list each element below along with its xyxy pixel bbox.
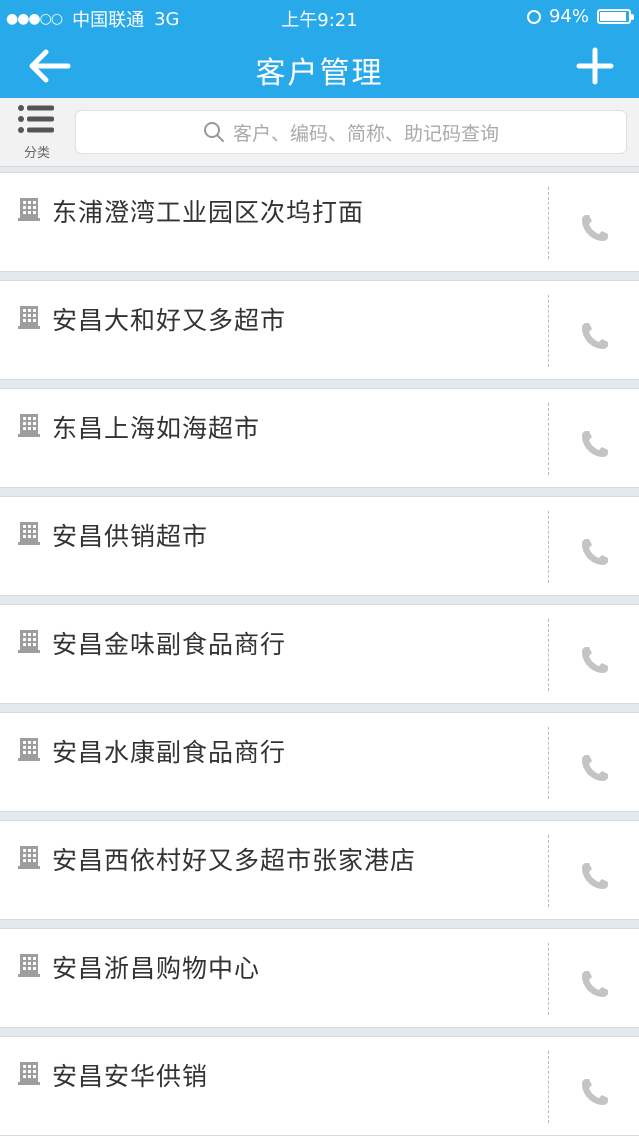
building-icon [18,305,40,329]
row-divider [548,187,549,259]
customer-name: 东昌上海如海超市 [52,414,261,443]
building-icon [18,197,40,221]
building-icon [18,629,40,653]
building-icon [18,521,40,545]
customer-name: 安昌金味副食品商行 [52,630,287,659]
row-divider [548,403,549,475]
customer-row[interactable]: 安昌大和好又多超市 [0,280,639,380]
customer-name: 安昌西依村好又多超市张家港店 [52,846,417,875]
customer-row[interactable]: 安昌安华供销 [0,1036,639,1136]
battery-icon [597,9,634,24]
row-divider [548,619,549,691]
phone-icon[interactable] [578,859,612,893]
customer-row[interactable]: 安昌水康副食品商行 [0,712,639,812]
phone-icon[interactable] [578,643,612,677]
customer-row[interactable]: 东浦澄湾工业园区次坞打面 [0,172,639,272]
category-button[interactable]: 分类 [14,104,60,161]
customer-name: 东浦澄湾工业园区次坞打面 [52,198,365,227]
battery-percent: 94% [548,6,589,27]
rotation-lock-icon [526,9,541,24]
row-divider [548,295,549,367]
search-placeholder: 客户、编码、简称、助记码查询 [232,122,499,145]
customer-name: 安昌供销超市 [52,522,209,551]
building-icon [18,413,40,437]
row-divider [548,511,549,583]
page-title: 客户管理 [255,56,384,91]
phone-icon[interactable] [578,751,612,785]
status-time: 上午9:21 [281,10,358,31]
building-icon [18,953,40,977]
phone-icon[interactable] [578,319,612,353]
row-divider [548,943,549,1015]
add-customer-button[interactable] [573,44,617,88]
row-divider [548,835,549,907]
search-icon [203,122,224,142]
plus-icon [576,47,614,85]
list-menu-icon [18,105,54,133]
phone-icon[interactable] [578,211,612,245]
phone-icon[interactable] [578,967,612,1001]
customer-row[interactable]: 安昌金味副食品商行 [0,604,639,704]
category-label: 分类 [23,146,50,161]
status-bar: ●●●○○ 中国联通 3G 上午9:21 94% [0,0,639,34]
row-divider [548,727,549,799]
search-bar: 分类 客户、编码、简称、助记码查询 [0,98,639,167]
building-icon [18,737,40,761]
phone-icon[interactable] [578,1075,612,1109]
row-divider [548,1051,549,1123]
customer-name: 安昌安华供销 [52,1062,209,1091]
customer-row[interactable]: 安昌浙昌购物中心 [0,928,639,1028]
customer-name: 安昌水康副食品商行 [52,738,287,767]
customer-name: 安昌浙昌购物中心 [52,954,261,983]
phone-icon[interactable] [578,535,612,569]
search-input[interactable]: 客户、编码、简称、助记码查询 [75,110,627,154]
customer-row[interactable]: 安昌供销超市 [0,496,639,596]
building-icon [18,845,40,869]
phone-icon[interactable] [578,427,612,461]
customer-row[interactable]: 东昌上海如海超市 [0,388,639,488]
nav-bar: 客户管理 [0,34,639,98]
customer-row[interactable]: 安昌西依村好又多超市张家港店 [0,820,639,920]
building-icon [18,1061,40,1085]
customer-name: 安昌大和好又多超市 [52,306,287,335]
